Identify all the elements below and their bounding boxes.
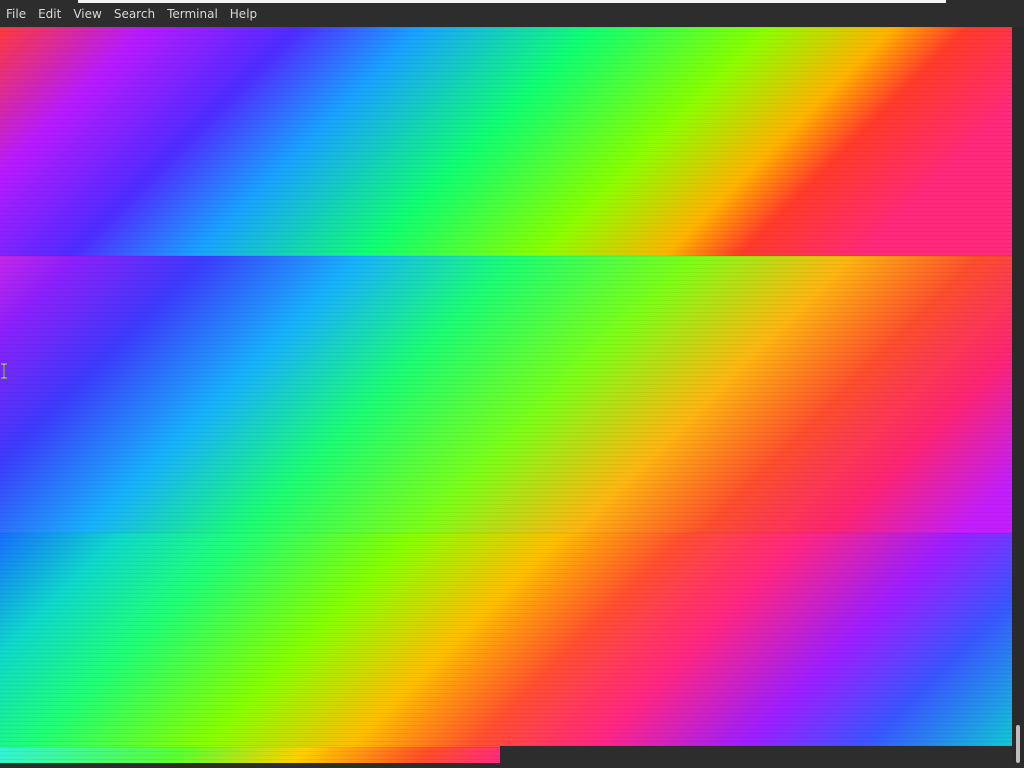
terminal-scrollbar-track[interactable] [1012,27,1024,763]
terminal-bottom-strip [500,746,1012,763]
terminal-gradient-band-lower [0,533,1012,747]
menu-edit[interactable]: Edit [32,3,67,25]
terminal-gradient-band-top [0,27,1012,256]
menu-help[interactable]: Help [224,3,263,25]
terminal-scrollbar-thumb[interactable] [1016,725,1020,763]
i-beam-cursor-icon [1,363,7,379]
menu-file[interactable]: File [0,3,32,25]
menu-view[interactable]: View [67,3,107,25]
menu-search[interactable]: Search [108,3,161,25]
menu-terminal[interactable]: Terminal [161,3,224,25]
menu-bar: File Edit View Search Terminal Help [0,3,1024,25]
terminal-gradient-band-middle [0,256,1012,533]
terminal-window: File Edit View Search Terminal Help [0,0,1024,768]
terminal-content-area[interactable] [0,27,1012,763]
